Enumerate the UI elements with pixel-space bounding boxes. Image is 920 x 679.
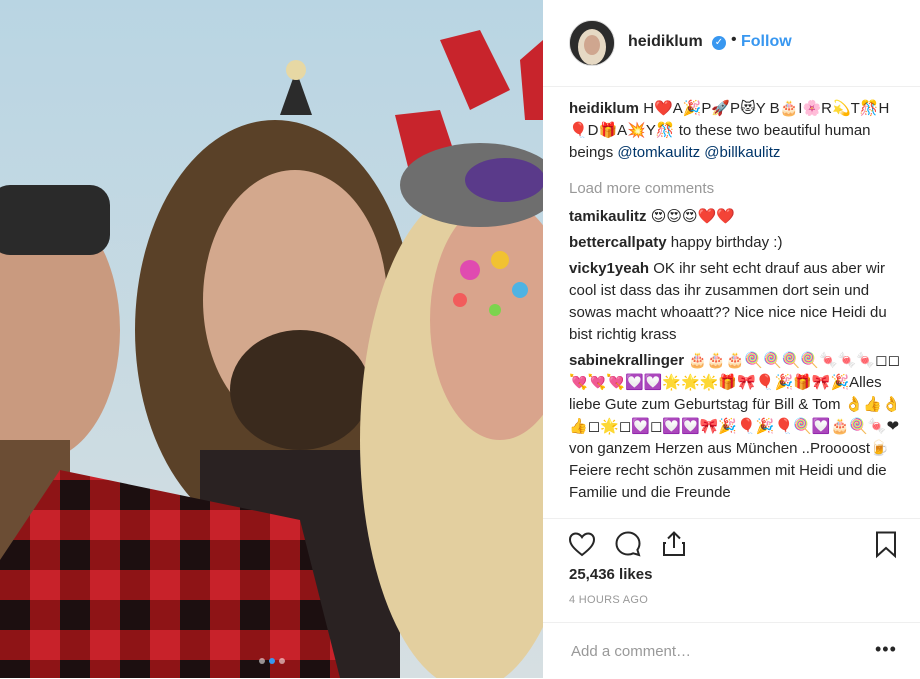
bookmark-icon[interactable] bbox=[871, 529, 901, 559]
likes-count[interactable]: 25,436 likes bbox=[569, 566, 652, 583]
caption-username[interactable]: heidiklum bbox=[569, 100, 639, 117]
post-image bbox=[0, 0, 543, 678]
post-side-panel: heidiklum ✓ • Follow heidiklum H❤️A🎉P🚀P😻… bbox=[543, 0, 920, 678]
comment-item: vicky1yeah OK ihr seht echt drauf aus ab… bbox=[569, 258, 901, 346]
caption: heidiklum H❤️A🎉P🚀P😻Y B🎂I🌸R💫T🎊H🎈D🎁A💥Y🎊 to… bbox=[569, 98, 901, 164]
comments-list: heidiklum H❤️A🎉P🚀P😻Y B🎂I🌸R💫T🎊H🎈D🎁A💥Y🎊 to… bbox=[569, 98, 901, 518]
comment-text: 🎂🎂🎂🍭🍭🍭🍭🍬🍬🍬◻◻💘💘💘💟💟🌟🌟🌟🎁🎀🎈🎉🎁🎀🎉Alles liebe G… bbox=[569, 352, 901, 501]
header-separator: • bbox=[731, 31, 737, 48]
comment-item: tamikaulitz 😍😍😍❤️❤️ bbox=[569, 206, 901, 228]
comment-item: bettercallpaty happy birthday :) bbox=[569, 232, 901, 254]
post-timestamp: 4 HOURS AGO bbox=[569, 594, 649, 606]
comment-username[interactable]: tamikaulitz bbox=[569, 208, 647, 225]
follow-button[interactable]: Follow bbox=[741, 33, 792, 51]
carousel-dot[interactable] bbox=[258, 658, 265, 664]
share-icon[interactable] bbox=[659, 529, 689, 559]
more-options-icon[interactable]: ••• bbox=[875, 639, 897, 660]
comment-text: happy birthday :) bbox=[670, 234, 783, 251]
mention-link[interactable]: @tomkaulitz bbox=[617, 144, 700, 161]
add-comment-bar: ••• bbox=[543, 622, 920, 679]
post-header: heidiklum ✓ • Follow bbox=[543, 0, 920, 87]
post-photo[interactable] bbox=[0, 0, 543, 678]
add-comment-input[interactable] bbox=[569, 639, 863, 663]
comment-username[interactable]: sabinekrallinger bbox=[569, 352, 684, 369]
comment-text: 😍😍😍❤️❤️ bbox=[650, 208, 735, 225]
comment-item: sabinekrallinger 🎂🎂🎂🍭🍭🍭🍭🍬🍬🍬◻◻💘💘💘💟💟🌟🌟🌟🎁🎀🎈… bbox=[569, 350, 901, 504]
load-more-comments-button[interactable]: Load more comments bbox=[569, 178, 901, 200]
mention-link[interactable]: @billkaulitz bbox=[704, 144, 780, 161]
post-actions-bar bbox=[543, 518, 920, 567]
carousel-dot-active[interactable] bbox=[268, 658, 275, 664]
avatar[interactable] bbox=[569, 20, 615, 66]
heart-icon[interactable] bbox=[567, 529, 597, 559]
comment-icon[interactable] bbox=[613, 529, 643, 559]
comment-username[interactable]: bettercallpaty bbox=[569, 234, 667, 251]
carousel-dot[interactable] bbox=[278, 658, 285, 664]
comment-username[interactable]: vicky1yeah bbox=[569, 260, 649, 277]
carousel-indicator bbox=[0, 658, 543, 664]
verified-badge-icon: ✓ bbox=[712, 36, 726, 50]
avatar-image bbox=[570, 21, 614, 65]
header-username[interactable]: heidiklum bbox=[628, 33, 703, 51]
